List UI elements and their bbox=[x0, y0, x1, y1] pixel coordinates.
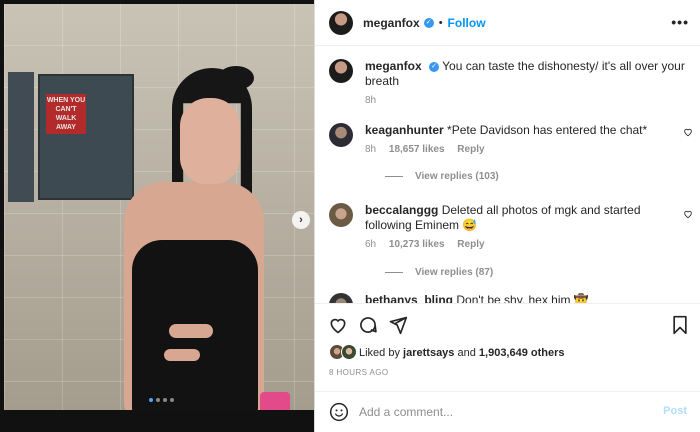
caption-time: 8h bbox=[365, 95, 377, 106]
view-replies-label: View replies (87) bbox=[415, 267, 494, 278]
avatar[interactable] bbox=[329, 59, 353, 83]
emoji-icon[interactable] bbox=[329, 402, 349, 422]
liker-username[interactable]: jarettsays bbox=[403, 347, 454, 359]
wall-poster-left bbox=[8, 72, 34, 202]
comment-likes[interactable]: 10,273 likes bbox=[389, 239, 445, 250]
comment: bethanys_bling Don't be shy, hex him 🤠 bbox=[329, 293, 700, 303]
comment-body: bethanys_bling Don't be shy, hex him 🤠 bbox=[365, 293, 685, 303]
view-replies-button[interactable]: View replies (87) bbox=[385, 267, 493, 278]
avatar[interactable] bbox=[329, 293, 353, 303]
comment-time: 6h bbox=[365, 239, 377, 250]
share-icon bbox=[389, 316, 408, 335]
verified-icon: ✓ bbox=[423, 17, 434, 28]
comment-username[interactable]: bethanys_bling bbox=[365, 293, 453, 303]
comment: keaganhunter *Pete Davidson has entered … bbox=[329, 123, 700, 182]
carousel-dot bbox=[149, 398, 153, 402]
post-photo[interactable]: WHEN YOU CAN'T WALK AWAY › bbox=[4, 4, 314, 410]
follow-button[interactable]: Follow bbox=[448, 16, 486, 30]
caption-username[interactable]: meganfox bbox=[365, 59, 422, 73]
comment-button[interactable] bbox=[357, 314, 379, 336]
reply-button[interactable]: Reply bbox=[457, 144, 484, 155]
post-timestamp[interactable]: 8 HOURS AGO bbox=[329, 368, 389, 377]
comment-input[interactable] bbox=[359, 405, 649, 419]
comment-icon bbox=[360, 317, 377, 333]
comment-likes[interactable]: 18,657 likes bbox=[389, 144, 445, 155]
likes-conj: and bbox=[457, 347, 476, 359]
heart-icon[interactable] bbox=[683, 209, 693, 219]
view-replies-button[interactable]: View replies (103) bbox=[385, 171, 499, 182]
liker-avatars bbox=[329, 344, 359, 362]
post-header: meganfox ✓ • Follow ••• bbox=[315, 0, 700, 46]
comments-list[interactable]: meganfox ✓ You can taste the dishonesty/… bbox=[315, 47, 700, 303]
dress-cutout bbox=[164, 349, 200, 361]
dress-cutout bbox=[169, 324, 213, 338]
poster-text: WHEN YOU CAN'T WALK AWAY bbox=[46, 94, 86, 134]
verified-icon: ✓ bbox=[429, 61, 440, 72]
figure-head bbox=[180, 98, 240, 184]
action-bar bbox=[315, 303, 700, 343]
comment-time: 8h bbox=[365, 144, 377, 155]
chevron-right-icon: › bbox=[299, 214, 303, 226]
reply-button[interactable]: Reply bbox=[457, 239, 484, 250]
more-icon[interactable]: ••• bbox=[671, 14, 689, 30]
comment-body: beccalanggg Deleted all photos of mgk an… bbox=[365, 203, 685, 233]
avatar[interactable] bbox=[329, 10, 353, 35]
heart-icon[interactable] bbox=[683, 127, 693, 137]
likes-count[interactable]: 1,903,649 others bbox=[479, 347, 565, 359]
avatar[interactable] bbox=[329, 123, 353, 147]
share-button[interactable] bbox=[387, 314, 409, 336]
likes-summary[interactable]: Liked by jarettsays and 1,903,649 others bbox=[329, 344, 565, 362]
caption: meganfox ✓ You can taste the dishonesty/… bbox=[329, 59, 689, 106]
heart-icon bbox=[330, 318, 346, 334]
add-comment-bar: Post bbox=[315, 391, 700, 432]
separator-dot: • bbox=[438, 16, 443, 29]
caption-body: meganfox ✓ You can taste the dishonesty/… bbox=[365, 59, 685, 89]
post-username[interactable]: meganfox bbox=[363, 16, 420, 30]
post-modal: WHEN YOU CAN'T WALK AWAY › meganfox ✓ • … bbox=[0, 0, 700, 432]
avatar bbox=[341, 344, 357, 360]
carousel-dot bbox=[170, 398, 174, 402]
pink-glove bbox=[260, 392, 290, 410]
bookmark-icon bbox=[673, 315, 687, 335]
comment-body: keaganhunter *Pete Davidson has entered … bbox=[365, 123, 685, 138]
avatar[interactable] bbox=[329, 203, 353, 227]
carousel-dot bbox=[156, 398, 160, 402]
next-photo-button[interactable]: › bbox=[292, 211, 310, 229]
carousel-dot bbox=[163, 398, 167, 402]
post-details-pane: meganfox ✓ • Follow ••• meganfox ✓ You c… bbox=[314, 0, 700, 432]
post-button[interactable]: Post bbox=[663, 405, 687, 417]
save-button[interactable] bbox=[669, 314, 691, 336]
view-replies-label: View replies (103) bbox=[415, 171, 499, 182]
comment-username[interactable]: beccalanggg bbox=[365, 203, 438, 217]
wall-poster: WHEN YOU CAN'T WALK AWAY bbox=[38, 74, 134, 200]
comment-username[interactable]: keaganhunter bbox=[365, 123, 444, 137]
comment-text: *Pete Davidson has entered the chat* bbox=[447, 123, 648, 137]
comment-text: Don't be shy, hex him 🤠 bbox=[456, 293, 589, 303]
like-button[interactable] bbox=[327, 314, 349, 336]
comment: beccalanggg Deleted all photos of mgk an… bbox=[329, 203, 700, 278]
carousel-dots bbox=[149, 398, 174, 402]
figure-hair-bun bbox=[218, 66, 254, 90]
likes-prefix: Liked by bbox=[359, 347, 400, 359]
